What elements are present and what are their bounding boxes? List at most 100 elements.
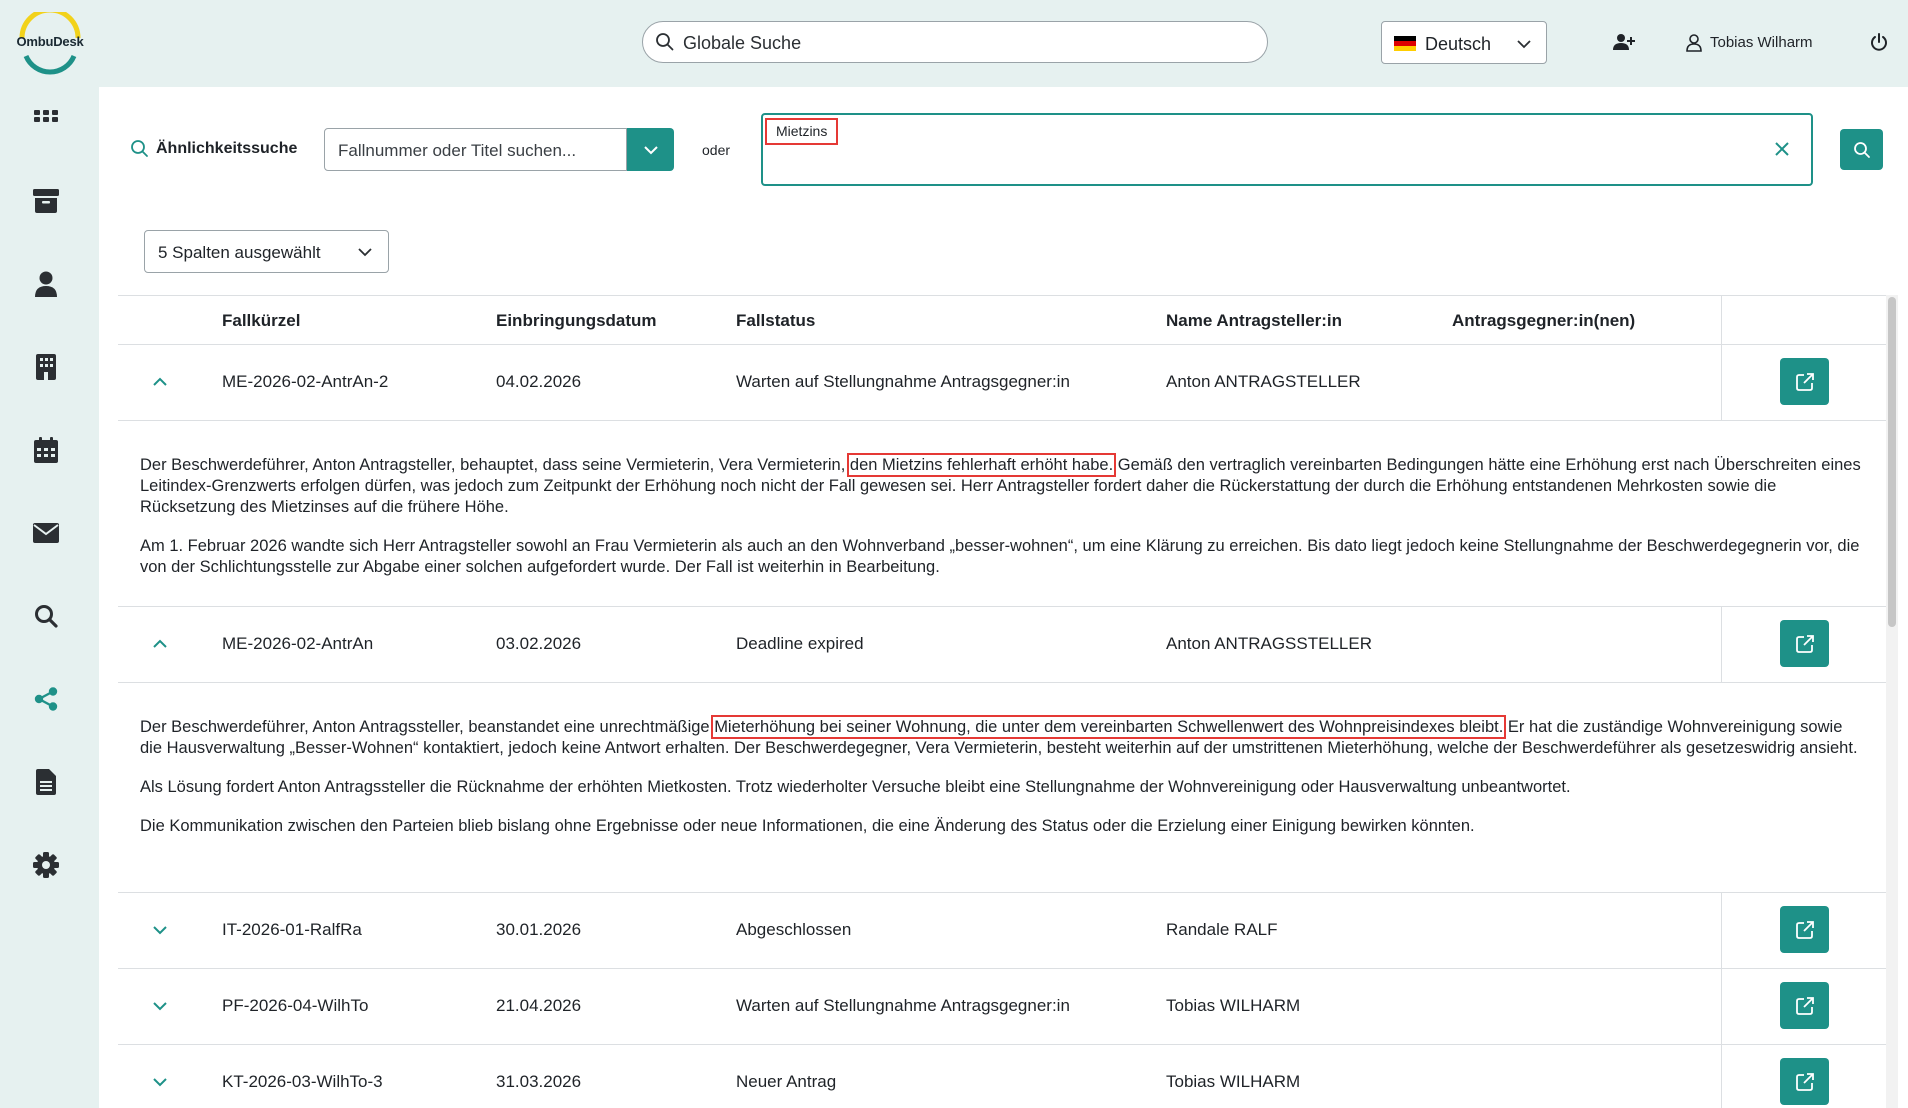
german-flag-icon [1394, 36, 1416, 51]
table-header: Fallkürzel Einbringungsdatum Fallstatus … [118, 295, 1886, 345]
power-icon[interactable] [1870, 33, 1888, 51]
search-button[interactable] [1840, 129, 1883, 170]
chevron-down-icon [1517, 40, 1531, 49]
applicant-name: Anton ANTRAGSTELLER [1166, 372, 1361, 391]
scrollbar-thumb[interactable] [1888, 297, 1896, 627]
column-header[interactable]: Name Antragsteller:in [1166, 311, 1342, 331]
open-case-button[interactable] [1780, 1058, 1829, 1105]
language-select[interactable]: Deutsch [1381, 21, 1547, 64]
logo-text: OmbuDesk [16, 34, 84, 49]
case-date: 31.03.2026 [496, 1072, 582, 1091]
case-id: ME-2026-02-AntrAn [222, 634, 374, 653]
case-date: 03.02.2026 [496, 634, 582, 653]
chevron-down-icon [358, 248, 372, 257]
summary-text: Der Beschwerdeführer, Anton Antragsstell… [140, 718, 715, 736]
summary-paragraph: Der Beschwerdeführer, Anton Antragstelle… [140, 453, 1864, 518]
summary-paragraph: Als Lösung fordert Anton Antragssteller … [140, 778, 1571, 796]
column-divider [1721, 345, 1722, 421]
global-search-placeholder: Globale Suche [683, 33, 802, 53]
external-link-icon [1795, 1072, 1814, 1091]
search-term-tag[interactable]: Mietzins [765, 118, 839, 145]
table-row[interactable]: ME-2026-02-AntrAn-2 04.02.2026 Warten au… [118, 345, 1886, 421]
column-header[interactable]: Fallstatus [736, 311, 815, 331]
chevron-down-icon [643, 145, 658, 154]
or-label: oder [702, 142, 731, 158]
case-summary: Der Beschwerdeführer, Anton Antragstelle… [118, 421, 1886, 607]
external-link-icon [1795, 634, 1814, 653]
close-icon[interactable] [1773, 140, 1791, 158]
applicant-name: Anton ANTRAGSSTELLER [1166, 634, 1372, 653]
columns-label: 5 Spalten ausgewählt [158, 243, 321, 262]
table-row[interactable]: IT-2026-01-RalfRa 30.01.2026 Abgeschloss… [118, 893, 1886, 969]
case-id: PF-2026-04-WilhTo [222, 996, 369, 1015]
gear-icon[interactable] [32, 851, 60, 879]
applicant-name: Randale RALF [1166, 920, 1278, 939]
external-link-icon [1795, 920, 1814, 939]
user-name: Tobias Wilharm [1710, 34, 1813, 51]
case-date: 21.04.2026 [496, 996, 582, 1015]
summary-text: Der Beschwerdeführer, Anton Antragstelle… [140, 456, 850, 474]
case-status: Abgeschlossen [736, 920, 852, 939]
table-row[interactable]: KT-2026-03-WilhTo-3 31.03.2026 Neuer Ant… [118, 1045, 1886, 1108]
table-row[interactable]: ME-2026-02-AntrAn 03.02.2026 Deadline ex… [118, 607, 1886, 683]
column-header[interactable]: Einbringungsdatum [496, 311, 657, 331]
summary-paragraph: Die Kommunikation zwischen den Parteien … [140, 817, 1475, 835]
column-divider [1721, 607, 1722, 683]
chevron-down-icon[interactable] [151, 997, 169, 1015]
similarity-search-text: Ähnlichkeitssuche [156, 140, 298, 157]
case-status: Deadline expired [736, 634, 864, 653]
search-icon[interactable] [32, 602, 60, 630]
chevron-down-icon[interactable] [151, 1073, 169, 1091]
case-summary: Der Beschwerdeführer, Anton Antragsstell… [118, 683, 1886, 893]
user-icon [1686, 34, 1702, 52]
case-dropdown-button[interactable] [627, 128, 674, 171]
grid-icon[interactable] [32, 105, 60, 133]
document-icon[interactable] [32, 768, 60, 796]
mail-icon[interactable] [32, 519, 60, 547]
archive-icon[interactable] [32, 187, 60, 215]
open-case-button[interactable] [1780, 620, 1829, 667]
search-icon [131, 140, 148, 157]
person-icon[interactable] [32, 270, 60, 298]
open-case-button[interactable] [1780, 906, 1829, 953]
column-divider [1721, 295, 1722, 345]
open-case-button[interactable] [1780, 982, 1829, 1029]
share-icon[interactable] [32, 685, 60, 713]
sidebar [0, 87, 99, 1108]
case-search-input[interactable]: Fallnummer oder Titel suchen... [324, 128, 627, 171]
logo[interactable]: OmbuDesk [4, 12, 96, 78]
summary-highlight: den Mietzins fehlerhaft erhöht habe. [846, 453, 1117, 477]
case-date: 30.01.2026 [496, 920, 582, 939]
column-header[interactable]: Antragsgegner:in(nen) [1452, 311, 1635, 331]
language-label: Deutsch [1425, 34, 1492, 54]
summary-paragraph: Am 1. Februar 2026 wandte sich Herr Antr… [140, 537, 1860, 576]
columns-select[interactable]: 5 Spalten ausgewählt [144, 230, 389, 273]
case-status: Warten auf Stellungnahme Antragsgegner:i… [736, 996, 1070, 1015]
table-row[interactable]: PF-2026-04-WilhTo 21.04.2026 Warten auf … [118, 969, 1886, 1045]
case-status: Warten auf Stellungnahme Antragsgegner:i… [736, 372, 1070, 391]
chevron-up-icon[interactable] [151, 373, 169, 391]
case-status: Neuer Antrag [736, 1072, 837, 1091]
summary-highlight: Mieterhöhung bei seiner Wohnung, die unt… [711, 715, 1507, 739]
similarity-search-label: Ähnlichkeitssuche [130, 140, 297, 158]
case-search-placeholder: Fallnummer oder Titel suchen... [338, 141, 577, 160]
scrollbar[interactable] [1886, 295, 1898, 1108]
calendar-icon[interactable] [32, 436, 60, 464]
column-header[interactable]: Fallkürzel [222, 311, 300, 331]
applicant-name: Tobias WILHARM [1166, 1072, 1301, 1091]
external-link-icon [1795, 996, 1814, 1015]
case-id: KT-2026-03-WilhTo-3 [222, 1072, 383, 1091]
search-icon [1853, 141, 1870, 158]
text-search-field[interactable]: Mietzins [761, 113, 1813, 186]
case-id: ME-2026-02-AntrAn-2 [222, 372, 389, 391]
global-search-input[interactable]: Globale Suche [642, 21, 1268, 63]
top-bar: OmbuDesk Globale Suche Deutsch Tobias Wi… [0, 0, 1908, 87]
add-user-icon[interactable] [1613, 33, 1635, 51]
chevron-up-icon[interactable] [151, 635, 169, 653]
column-divider [1721, 893, 1722, 969]
column-divider [1721, 969, 1722, 1045]
chevron-down-icon[interactable] [151, 921, 169, 939]
column-divider [1721, 1045, 1722, 1108]
building-icon[interactable] [32, 353, 60, 381]
open-case-button[interactable] [1780, 358, 1829, 405]
